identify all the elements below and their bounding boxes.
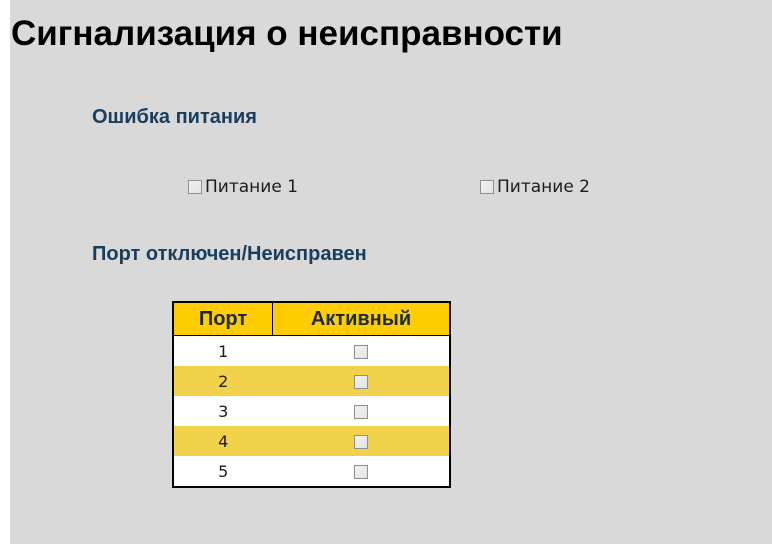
port-fault-table: Порт Активный 1 2 3 4 5: [172, 301, 451, 488]
port-number: 2: [173, 366, 273, 396]
port-1-active-checkbox[interactable]: [353, 345, 368, 359]
active-cell: [272, 335, 450, 366]
port-5-active-checkbox[interactable]: [353, 465, 368, 479]
page-title: Сигнализация о неисправности: [11, 14, 563, 53]
port-fault-title: Порт отключен/Неисправен: [92, 243, 367, 265]
power-failure-title: Ошибка питания: [92, 106, 257, 128]
table-row: 4: [173, 426, 450, 456]
port-4-active-checkbox[interactable]: [353, 435, 368, 449]
power-2-label: Питание 2: [497, 177, 590, 197]
port-number: 5: [173, 456, 273, 487]
power-1-checkbox[interactable]: [188, 180, 202, 194]
table-header-row: Порт Активный: [173, 302, 450, 336]
table-row: 3: [173, 396, 450, 426]
port-column-header: Порт: [173, 302, 273, 336]
active-column-header: Активный: [272, 302, 450, 336]
active-cell: [272, 396, 450, 426]
port-3-active-checkbox[interactable]: [353, 405, 368, 419]
active-cell: [272, 426, 450, 456]
power-2-option[interactable]: Питание 2: [480, 175, 590, 199]
table-row: 5: [173, 456, 450, 487]
power-2-checkbox[interactable]: [480, 180, 494, 194]
port-number: 3: [173, 396, 273, 426]
active-cell: [272, 366, 450, 396]
left-panel-edge: [0, 0, 10, 544]
fault-alarm-page: Сигнализация о неисправности Ошибка пита…: [0, 0, 772, 544]
power-1-option[interactable]: Питание 1: [188, 175, 298, 199]
port-2-active-checkbox[interactable]: [353, 375, 368, 389]
active-cell: [272, 456, 450, 487]
table-row: 2: [173, 366, 450, 396]
power-1-label: Питание 1: [205, 177, 298, 197]
port-number: 4: [173, 426, 273, 456]
port-number: 1: [173, 335, 273, 366]
table-row: 1: [173, 335, 450, 366]
